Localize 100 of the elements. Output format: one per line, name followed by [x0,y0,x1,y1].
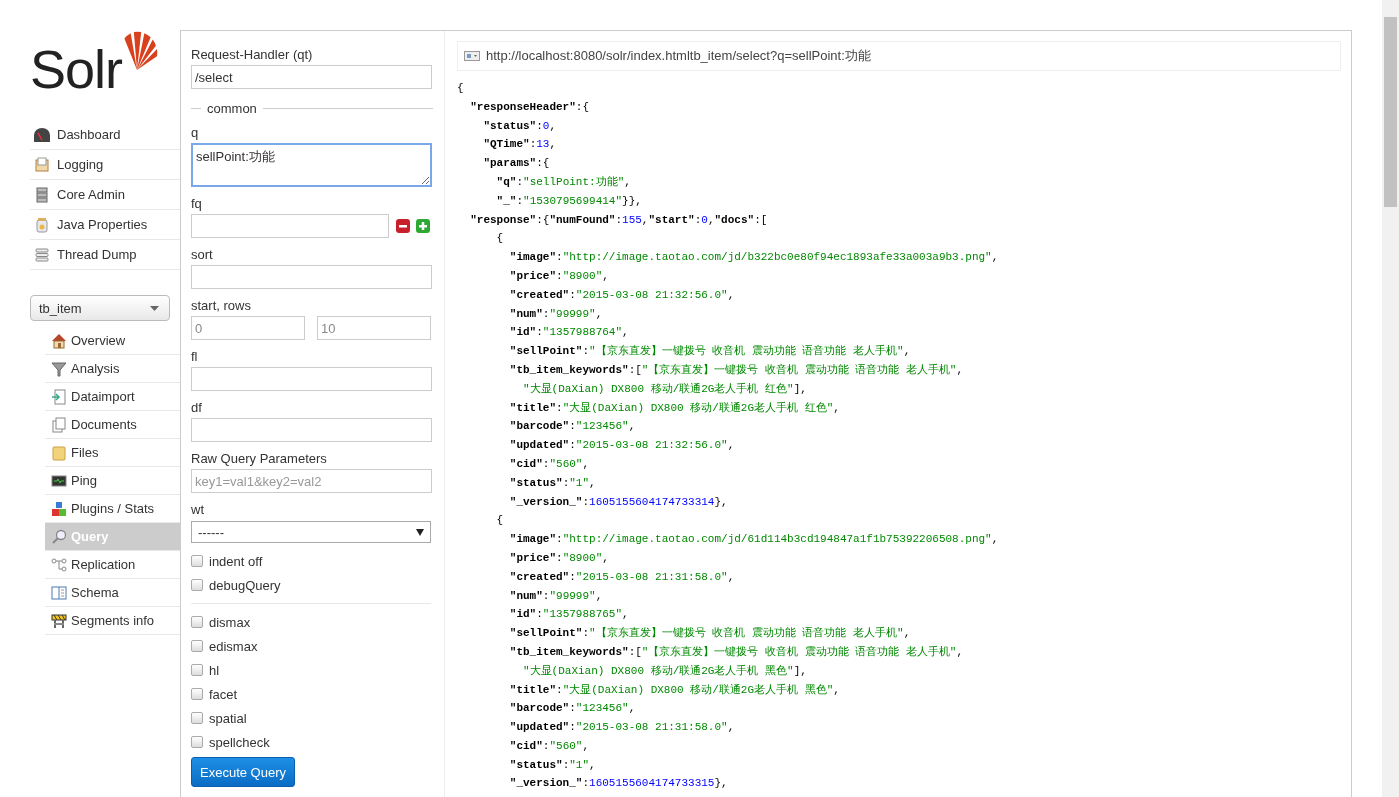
field-label: q [191,125,200,141]
core-selector[interactable]: tb_item [30,295,170,321]
code-line: "updated":"2015-03-08 21:31:58.0", [508,720,736,736]
code-line: "price":"8900", [508,550,610,566]
checkbox[interactable] [191,736,203,748]
code-line: "image":"http://image.taotao.com/jd/b322bc0e80f94ec1893afe33a003a9b3.png", [508,250,1000,266]
raw-params-field[interactable]: key1=val1&key2=val2 [191,469,432,493]
gauge-icon [34,126,50,143]
code-line: "_":"1530795699414"}}, [495,193,643,209]
code-line: "cid":"560", [508,456,591,472]
checkbox-label: dismax [209,614,251,630]
core-menu-item[interactable]: Segments info [45,607,180,635]
code-line: "num":"99999", [508,588,604,604]
execute-query-button[interactable]: Execute Query [191,757,295,787]
core-menu-item[interactable]: Replication [45,551,180,579]
checkbox[interactable] [191,688,203,700]
nav-item[interactable]: Logging [30,150,180,180]
nav-item[interactable]: Java Properties [30,210,180,240]
field-label: df [191,400,203,416]
checkbox[interactable] [191,640,203,652]
folder-icon [51,444,67,461]
url-bar[interactable]: http://localhost:8080/solr/index.htmltb_item/select?q=sellPoint:功能 [457,41,1341,71]
code-line: "response":{"numFound":155,"start":0,"docs":[ [469,212,769,228]
handler-field[interactable]: /select [191,65,432,89]
funnel-icon [51,360,67,377]
filter-query-field[interactable] [191,214,389,238]
section-heading: common [207,101,257,116]
nav-item[interactable]: Dashboard [30,120,180,150]
checkbox-label: hl [209,662,220,678]
checkbox-label: edismax [209,638,258,654]
core-menu-item[interactable]: Analysis [45,355,180,383]
rows-field[interactable]: 10 [317,316,431,340]
code-line: "sellPoint":"【京东直发】一键拨号 收音机 震动功能 语音功能 老人手机", [508,343,912,360]
request-url[interactable]: http://localhost:8080/solr/index.htmltb_item/select?q=sellPoint:功能 [486,47,871,65]
checkbox-label: facet [209,686,238,702]
code-line: "id":"1357988764", [508,325,630,341]
field-label: fq [191,196,203,212]
sort-field[interactable] [191,265,432,289]
magnifier-icon [51,528,67,545]
caret-icon [416,528,424,536]
scrollbar-thumb[interactable] [1384,17,1397,207]
code-line: "num":"99999", [508,306,604,322]
code-line: "_version_":1605155604174733314}, [508,494,729,510]
code-line: "price":"8900", [508,268,610,284]
logo-wordmark[interactable]: Solr [30,42,123,96]
code-line: "q":"sellPoint:功能", [495,175,632,190]
code-line: "id":"1357988765", [508,607,630,623]
remove-icon[interactable] [396,219,410,233]
code-line: "image":"http://image.taotao.com/jd/61d114b3cd194847a1f1b75392206508.png", [508,532,1000,548]
nav-item[interactable]: Thread Dump [30,240,180,270]
code-line: "tb_item_keywords":["【京东直发】一键拨号 收音机 震动功能 语音功能 老人手机", [508,362,965,378]
code-line: "大显(DaXian) DX800 移动/联通2G老人手机 红色"], [522,381,808,397]
field-label: sort [191,247,214,263]
code-line: "title":"大显(DaXian) DX800 移动/联通2G老人手机 黑色", [508,682,841,698]
checkbox[interactable] [191,579,203,591]
code-line: "responseHeader":{ [469,99,591,115]
code-line: "QTime":13, [482,137,558,153]
code-line: { [495,513,505,529]
code-line: "_version_":1605155604174733315}, [508,776,729,792]
core-menu-item[interactable]: Schema [45,579,180,607]
code-line: "barcode":"123456", [508,701,637,717]
checkbox-label: indent off [209,553,263,569]
code-line: "大显(DaXian) DX800 移动/联通2G老人手机 黑色"], [522,663,808,679]
default-field-input[interactable] [191,418,432,442]
code-line: "status":"1", [508,757,597,773]
jar-icon [34,216,50,233]
checkbox[interactable] [191,616,203,628]
checkbox[interactable] [191,555,203,567]
query-field[interactable]: sellPoint:功能 [191,143,432,187]
barrier-icon [51,612,67,629]
code-line: "title":"大显(DaXian) DX800 移动/联通2G老人手机 红色", [508,400,841,416]
nodes-icon [51,556,67,573]
field-label: Raw Query Parameters [191,451,328,467]
document-icon [34,156,50,173]
writer-type-dropdown[interactable]: ------ [191,521,431,543]
nav-item[interactable]: Core Admin [30,180,180,210]
core-menu-item[interactable]: Ping [45,467,180,495]
core-menu-item[interactable]: Documents [45,411,180,439]
documents-icon [51,416,67,433]
blocks-icon [51,500,67,517]
field-label: start, rows [191,298,252,314]
house-icon [51,332,67,349]
code-line: { [495,231,505,247]
core-menu-item[interactable]: Dataimport [45,383,180,411]
add-icon[interactable] [416,219,430,233]
field-label: fl [191,349,199,365]
checkbox[interactable] [191,712,203,724]
caret-icon [150,305,159,311]
core-menu-item[interactable]: Overview [45,327,180,355]
code-line: "updated":"2015-03-08 21:32:56.0", [508,438,736,454]
code-line: "params":{ [482,156,551,172]
checkbox[interactable] [191,664,203,676]
start-field[interactable]: 0 [191,316,305,340]
book-icon [51,584,67,601]
code-line: "created":"2015-03-08 21:31:58.0", [508,569,736,585]
scrollbar[interactable] [1382,0,1399,797]
core-menu-item[interactable]: Files [45,439,180,467]
field-list-field[interactable] [191,367,432,391]
import-icon [51,388,67,405]
code-line: "created":"2015-03-08 21:32:56.0", [508,287,736,303]
